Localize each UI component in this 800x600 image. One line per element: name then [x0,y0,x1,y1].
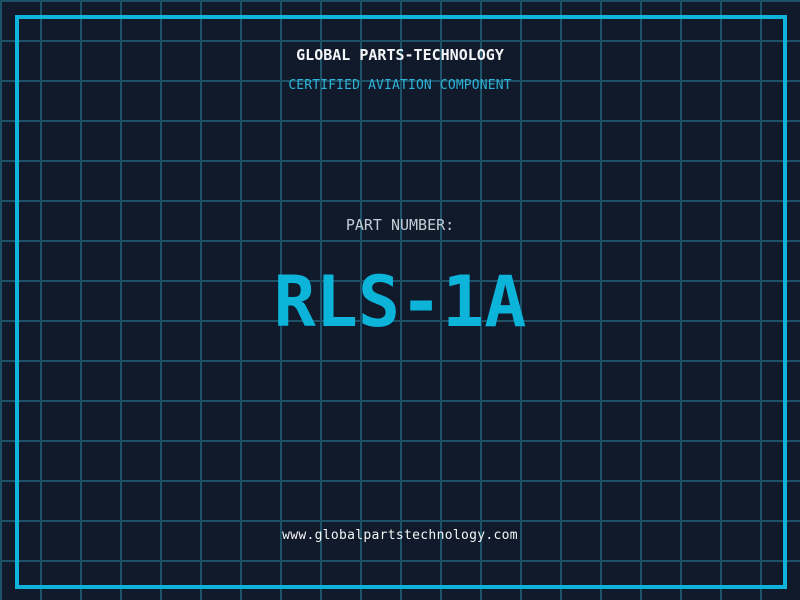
website-url: www.globalpartstechnology.com [0,529,800,542]
certificate-screen: GLOBAL PARTS-TECHNOLOGY CERTIFIED AVIATI… [0,0,800,600]
part-number-label: PART NUMBER: [0,218,800,233]
company-name: GLOBAL PARTS-TECHNOLOGY [0,48,800,63]
part-number-value: RLS-1A [0,267,800,337]
certification-label: CERTIFIED AVIATION COMPONENT [0,79,800,92]
